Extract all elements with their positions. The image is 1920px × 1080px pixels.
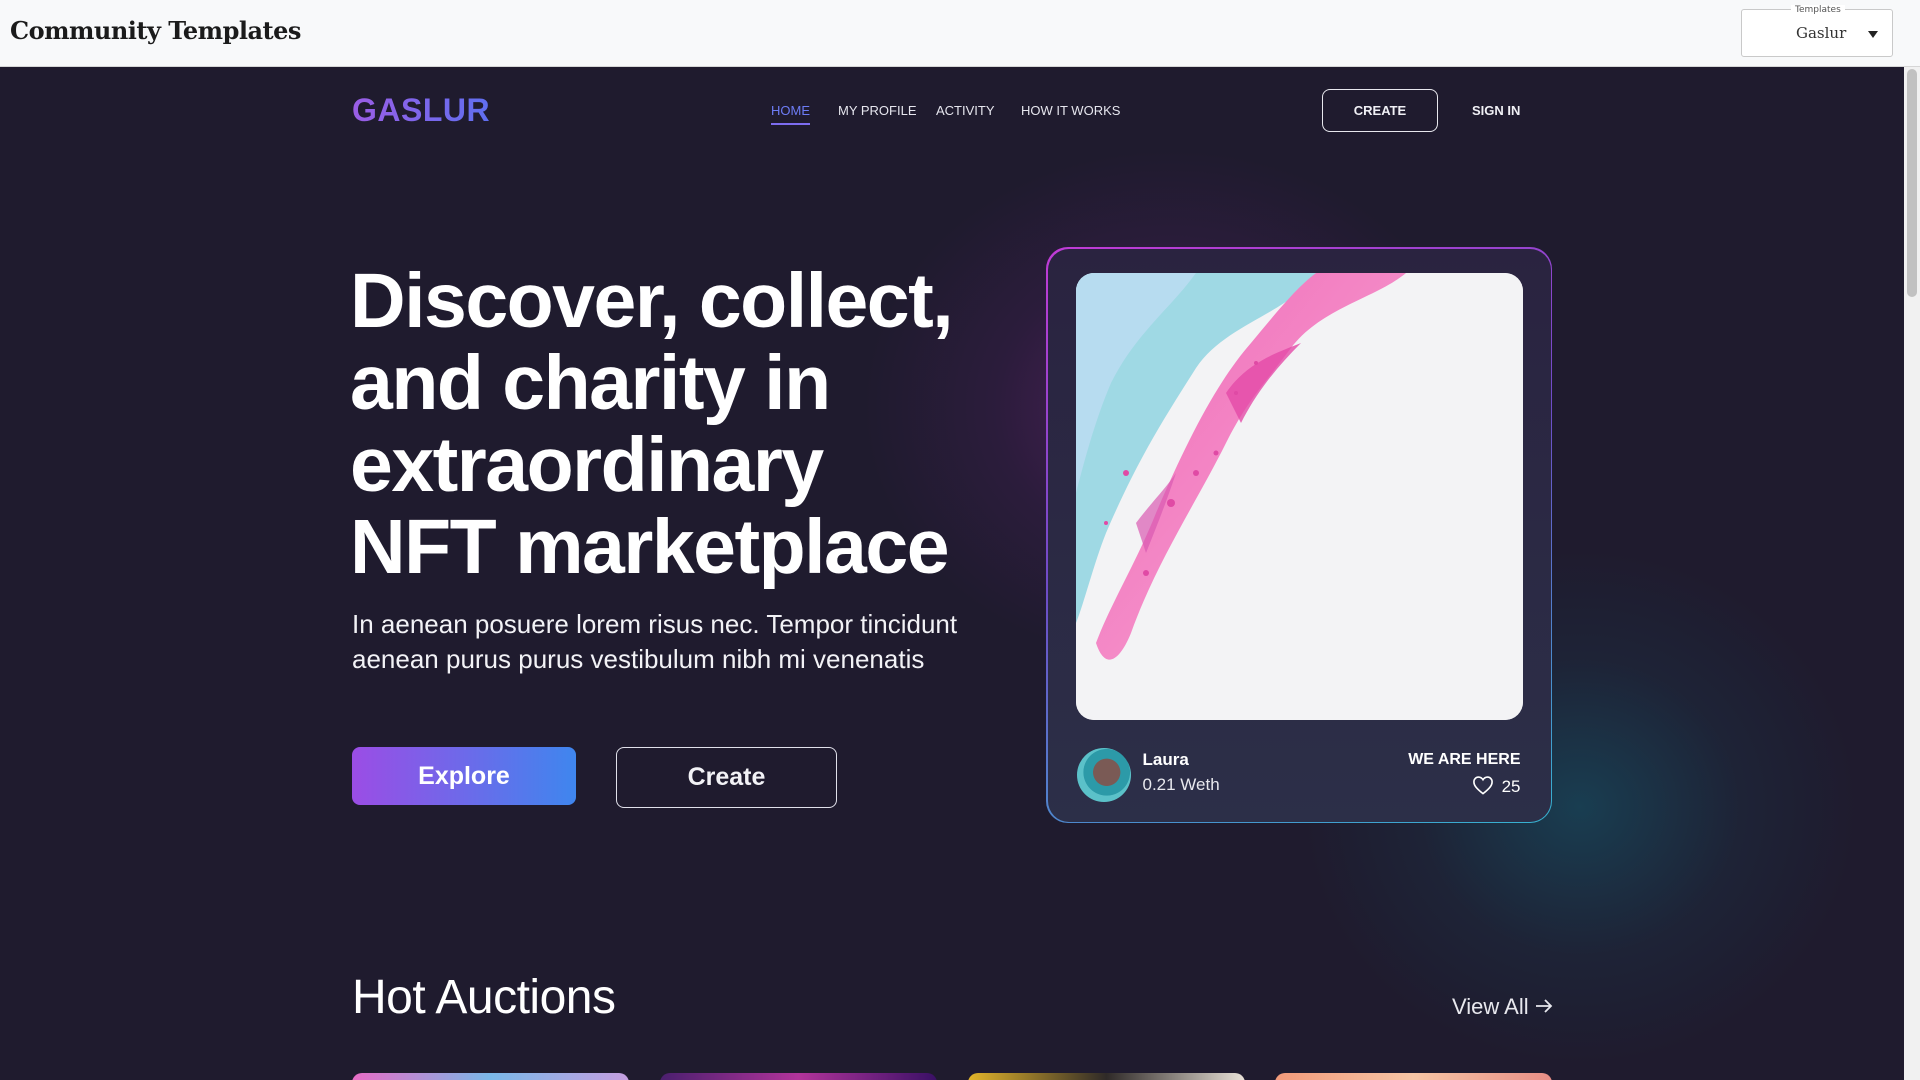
chevron-down-icon <box>1868 31 1878 38</box>
create-button[interactable]: Create <box>616 747 837 808</box>
nft-artwork[interactable] <box>1075 272 1523 720</box>
hero-title-line: extraordinary <box>350 422 824 508</box>
nft-artwork-image <box>1075 272 1523 720</box>
scrollbar-thumb[interactable] <box>1907 69 1917 297</box>
arrow-right-icon <box>1535 994 1553 1020</box>
auction-card[interactable] <box>660 1073 937 1080</box>
view-all-link[interactable]: View All <box>1452 994 1553 1020</box>
hero-title: Discover, collect, and charity in extrao… <box>350 260 1000 588</box>
likes-button[interactable]: 25 <box>1472 775 1521 800</box>
likes-count: 25 <box>1501 777 1521 796</box>
template-select-value: Gaslur <box>1796 24 1847 42</box>
view-all-label: View All <box>1452 994 1529 1019</box>
hero-subtitle: In aenean posuere lorem risus nec. Tempo… <box>352 609 958 674</box>
hero-title-line: and charity in <box>350 340 831 426</box>
hero-title-line: Discover, collect, <box>350 258 954 344</box>
nft-price: 0.21 Weth <box>1142 774 1220 794</box>
auction-card[interactable] <box>1275 1073 1552 1080</box>
template-select-legend: Templates <box>1791 5 1845 15</box>
nav-create-button[interactable]: CREATE <box>1322 89 1438 132</box>
nav-home[interactable]: HOME <box>771 103 810 125</box>
auction-card[interactable] <box>968 1073 1245 1080</box>
auction-card[interactable] <box>352 1073 629 1080</box>
host-brand[interactable]: Community Templates <box>10 16 301 45</box>
owner-avatar[interactable] <box>1076 747 1131 802</box>
nav-signin-link[interactable]: SIGN IN <box>1472 103 1520 118</box>
hero-title-line: NFT marketplace <box>350 504 950 590</box>
owner-name[interactable]: Laura <box>1143 750 1189 770</box>
site-page: GASLUR HOME MY PROFILE ACTIVITY HOW IT W… <box>0 67 1904 1080</box>
nav-activity[interactable]: ACTIVITY <box>936 103 995 118</box>
featured-card-body: Laura 0.21 Weth WE ARE HERE 25 <box>1047 248 1551 822</box>
featured-card[interactable]: Laura 0.21 Weth WE ARE HERE 25 <box>1046 247 1552 823</box>
template-select[interactable]: Templates Gaslur <box>1741 5 1893 57</box>
site-logo[interactable]: GASLUR <box>352 92 490 129</box>
heart-icon <box>1472 775 1494 800</box>
nav-my-profile[interactable]: MY PROFILE <box>838 103 917 118</box>
hot-auctions-title: Hot Auctions <box>352 971 616 1024</box>
nft-tag: WE ARE HERE <box>1408 750 1521 768</box>
page-scrollbar[interactable] <box>1904 67 1920 1080</box>
host-topbar: Community Templates Templates Gaslur <box>0 0 1920 67</box>
nav-how-it-works[interactable]: HOW IT WORKS <box>1021 103 1120 118</box>
explore-button[interactable]: Explore <box>352 747 576 805</box>
